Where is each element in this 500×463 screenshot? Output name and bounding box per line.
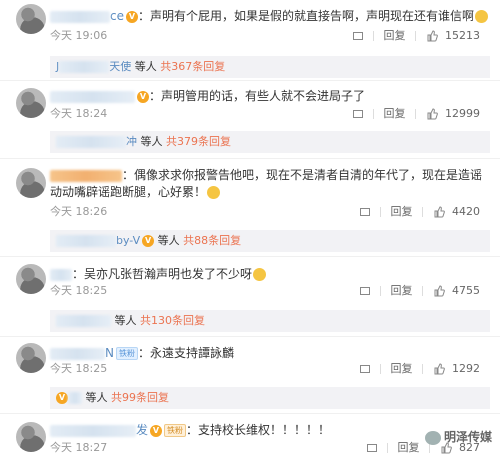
vip-badge-icon: V [125, 10, 138, 23]
avatar[interactable] [16, 88, 46, 118]
avatar[interactable] [16, 343, 46, 373]
username-blurred[interactable] [50, 90, 135, 103]
forward-icon[interactable] [359, 363, 371, 375]
username-blurred[interactable] [50, 169, 122, 182]
forward-icon[interactable] [359, 206, 371, 218]
thumb-up-icon[interactable] [433, 285, 445, 297]
thumb-up-icon[interactable] [426, 108, 438, 120]
forward-icon[interactable] [352, 108, 364, 120]
thumb-up-icon[interactable] [433, 206, 445, 218]
timestamp: 今天 18:27 [50, 441, 108, 454]
comment-text: 永遠支持譚詠麟 [150, 346, 235, 360]
reply-button[interactable]: 回复 [384, 106, 406, 122]
comment-text: 吴亦凡张哲瀚声明也发了不少呀 [84, 267, 253, 281]
like-count: 15213 [445, 29, 480, 42]
reply-button[interactable]: 回复 [391, 283, 413, 299]
reply-thread-link[interactable]: by-V V 等人 共88条回复 [50, 230, 490, 252]
username-blurred[interactable] [50, 424, 136, 437]
timestamp: 今天 18:24 [50, 107, 108, 120]
forward-icon[interactable] [366, 442, 378, 454]
comment-text: 支持校长维权！！！！！ [198, 423, 331, 437]
like-count: 4755 [452, 284, 480, 297]
vip-badge-icon: V [137, 90, 149, 103]
thumb-up-icon[interactable] [426, 30, 438, 42]
thumb-up-icon[interactable] [433, 363, 445, 375]
username-blurred[interactable] [50, 10, 110, 23]
vip-badge-icon: V [150, 424, 163, 437]
fan-badge: 铁粉 [115, 347, 138, 360]
emoji-icon [253, 268, 267, 281]
reply-button[interactable]: 回复 [391, 204, 413, 220]
timestamp: 今天 19:06 [50, 29, 108, 42]
timestamp: 今天 18:25 [50, 284, 108, 297]
comment-text: 声明有个屁用，如果是假的就直接告啊，声明现在还有谁信啊 [150, 9, 475, 23]
like-count: 12999 [445, 107, 480, 120]
like-count: 4420 [452, 205, 480, 218]
forward-icon[interactable] [352, 30, 364, 42]
watermark: 明泽传媒 [424, 428, 492, 445]
emoji-icon [207, 186, 221, 199]
avatar[interactable] [16, 264, 46, 294]
reply-thread-link[interactable]: V 等人 共99条回复 [50, 387, 490, 409]
timestamp: 今天 18:26 [50, 205, 108, 218]
timestamp: 今天 18:25 [50, 362, 108, 375]
like-count: 1292 [452, 362, 480, 375]
avatar[interactable] [16, 422, 46, 452]
reply-button[interactable]: 回复 [391, 361, 413, 377]
username-blurred[interactable] [50, 268, 72, 281]
reply-thread-link[interactable]: 冲 等人 共379条回复 [50, 131, 490, 153]
avatar[interactable] [16, 4, 46, 34]
forward-icon[interactable] [359, 285, 371, 297]
comment-text: 声明管用的话，有些人就不会进局子了 [161, 89, 366, 103]
avatar[interactable] [16, 168, 46, 198]
reply-thread-link[interactable]: 等人 共130条回复 [50, 310, 490, 332]
wechat-icon [424, 430, 441, 445]
fan-badge: 铁粉 [164, 424, 187, 437]
reply-button[interactable]: 回复 [398, 440, 420, 456]
reply-button[interactable]: 回复 [384, 28, 406, 44]
emoji-icon [475, 10, 489, 23]
reply-thread-link[interactable]: J 天使 等人 共367条回复 [50, 56, 490, 78]
username-blurred[interactable] [50, 347, 105, 360]
